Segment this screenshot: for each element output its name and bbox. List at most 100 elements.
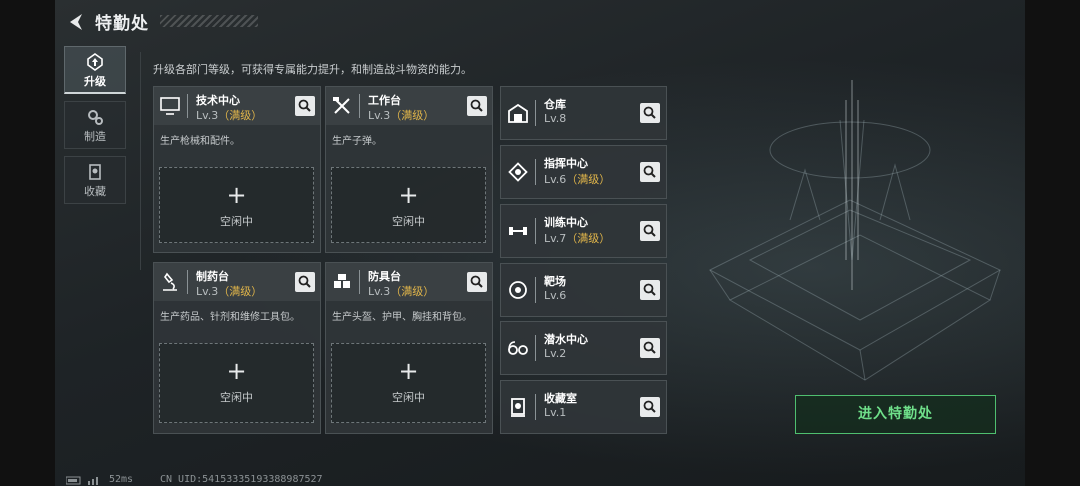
enter-special-ops-button[interactable]: 进入特勤处	[795, 395, 996, 434]
search-icon[interactable]	[640, 103, 660, 123]
facility-level: Lv.7（满级）	[544, 230, 610, 246]
slot-status: 空闲中	[392, 215, 425, 228]
facility-level: Lv.3（满级）	[196, 107, 262, 123]
card-divider	[535, 335, 536, 361]
collection-icon	[89, 164, 101, 180]
search-icon[interactable]	[467, 96, 487, 116]
plus-icon: +	[398, 181, 419, 209]
trophy-icon	[511, 398, 525, 417]
level-value: Lv.1	[544, 406, 567, 419]
battery-signal-icon	[66, 476, 98, 485]
max-level-badge: （满级）	[566, 173, 611, 186]
search-icon[interactable]	[467, 272, 487, 292]
search-icon[interactable]	[640, 397, 660, 417]
back-arrow-icon[interactable]	[66, 12, 86, 32]
facility-card-training-center[interactable]: 训练中心 Lv.7（满级）	[500, 204, 667, 258]
search-icon[interactable]	[295, 272, 315, 292]
slot-status: 空闲中	[392, 391, 425, 404]
card-divider	[535, 159, 536, 185]
facility-description: 生产枪械和配件。	[160, 136, 240, 147]
facility-card-tech-center[interactable]: 技术中心 Lv.3（满级） 生产枪械和配件。 + 空闲中	[153, 86, 321, 253]
production-slot[interactable]: + 空闲中	[159, 343, 314, 423]
facility-card-pharmacy[interactable]: 制药台 Lv.3（满级） 生产药品、针剂和维修工具包。 + 空闲中	[153, 262, 321, 434]
level-value: Lv.3	[368, 109, 391, 122]
max-level-badge: （满级）	[566, 232, 611, 245]
facility-level: Lv.6（满级）	[544, 171, 610, 187]
search-icon[interactable]	[640, 162, 660, 182]
facility-name: 工作台	[368, 94, 401, 107]
facility-name: 仓库	[544, 98, 566, 111]
nav-tab-label: 收藏	[84, 185, 106, 198]
search-icon[interactable]	[295, 96, 315, 116]
facility-level: Lv.6	[544, 289, 566, 302]
card-divider	[535, 218, 536, 244]
facility-level: Lv.3（满级）	[196, 283, 262, 299]
facility-card-workbench[interactable]: 工作台 Lv.3（满级） 生产子弹。 + 空闲中	[325, 86, 493, 253]
search-icon[interactable]	[640, 280, 660, 300]
microscope-icon	[163, 272, 177, 291]
max-level-badge: （满级）	[218, 109, 263, 122]
facility-description: 生产子弹。	[332, 136, 382, 147]
armor-icon	[334, 274, 350, 288]
level-value: Lv.2	[544, 347, 567, 360]
facility-name: 技术中心	[196, 94, 240, 107]
level-value: Lv.3	[196, 109, 219, 122]
screen-edge-left	[0, 0, 55, 486]
divider	[140, 52, 141, 270]
nav-tab-collection[interactable]: 收藏	[64, 156, 126, 204]
facility-description: 生产头盔、护甲、胸挂和背包。	[332, 312, 472, 323]
screen-edge-right	[1025, 0, 1080, 486]
slot-status: 空闲中	[220, 215, 253, 228]
facility-card-command-center[interactable]: 指挥中心 Lv.6（满级）	[500, 145, 667, 199]
level-value: Lv.7	[544, 232, 567, 245]
production-slot[interactable]: + 空闲中	[331, 343, 486, 423]
facility-level: Lv.2	[544, 347, 566, 360]
facility-name: 靶场	[544, 275, 566, 288]
max-level-badge: （满级）	[390, 109, 435, 122]
plus-icon: +	[226, 181, 247, 209]
search-icon[interactable]	[640, 338, 660, 358]
facility-card-shooting-range[interactable]: 靶场 Lv.6	[500, 263, 667, 317]
tools-icon	[333, 97, 350, 114]
facility-name: 潜水中心	[544, 333, 588, 346]
facility-name: 训练中心	[544, 216, 588, 229]
facility-name: 收藏室	[544, 392, 577, 405]
level-value: Lv.3	[368, 285, 391, 298]
level-value: Lv.3	[196, 285, 219, 298]
card-divider	[535, 100, 536, 126]
facility-card-diving-center[interactable]: 潜水中心 Lv.2	[500, 321, 667, 375]
facility-level: Lv.1	[544, 406, 566, 419]
upgrade-icon	[87, 53, 103, 71]
production-slot[interactable]: + 空闲中	[159, 167, 314, 243]
nav-tab-label: 升级	[84, 75, 106, 88]
card-divider	[535, 277, 536, 303]
facility-level: Lv.8	[544, 112, 566, 125]
production-slot[interactable]: + 空闲中	[331, 167, 486, 243]
search-icon[interactable]	[640, 221, 660, 241]
facility-card-armor-bench[interactable]: 防具台 Lv.3（满级） 生产头盔、护甲、胸挂和背包。 + 空闲中	[325, 262, 493, 434]
facility-level: Lv.3（满级）	[368, 283, 434, 299]
nav-tab-upgrade[interactable]: 升级	[64, 46, 126, 94]
max-level-badge: （满级）	[390, 285, 435, 298]
dumbbell-icon	[509, 227, 527, 235]
nav-tab-label: 制造	[84, 130, 106, 143]
facility-name: 防具台	[368, 270, 401, 283]
player-uid: CN UID:54153335193388987527	[160, 474, 323, 485]
facility-card-collection-room[interactable]: 收藏室 Lv.1	[500, 380, 667, 434]
max-level-badge: （满级）	[218, 285, 263, 298]
card-header: 工作台 Lv.3（满级）	[326, 87, 492, 125]
level-value: Lv.6	[544, 289, 567, 302]
monitor-icon	[160, 97, 180, 115]
page-title: 特勤处	[95, 14, 149, 34]
base-hologram-illustration	[708, 80, 1002, 381]
card-header: 制药台 Lv.3（满级）	[154, 263, 320, 301]
card-header: 防具台 Lv.3（满级）	[326, 263, 492, 301]
nav-tab-craft[interactable]: 制造	[64, 101, 126, 149]
card-divider	[187, 270, 188, 294]
card-divider	[187, 94, 188, 118]
plus-icon: +	[398, 357, 419, 385]
plus-icon: +	[226, 357, 247, 385]
facility-card-warehouse[interactable]: 仓库 Lv.8	[500, 86, 667, 140]
chip-icon	[508, 162, 528, 182]
facility-level: Lv.3（满级）	[368, 107, 434, 123]
